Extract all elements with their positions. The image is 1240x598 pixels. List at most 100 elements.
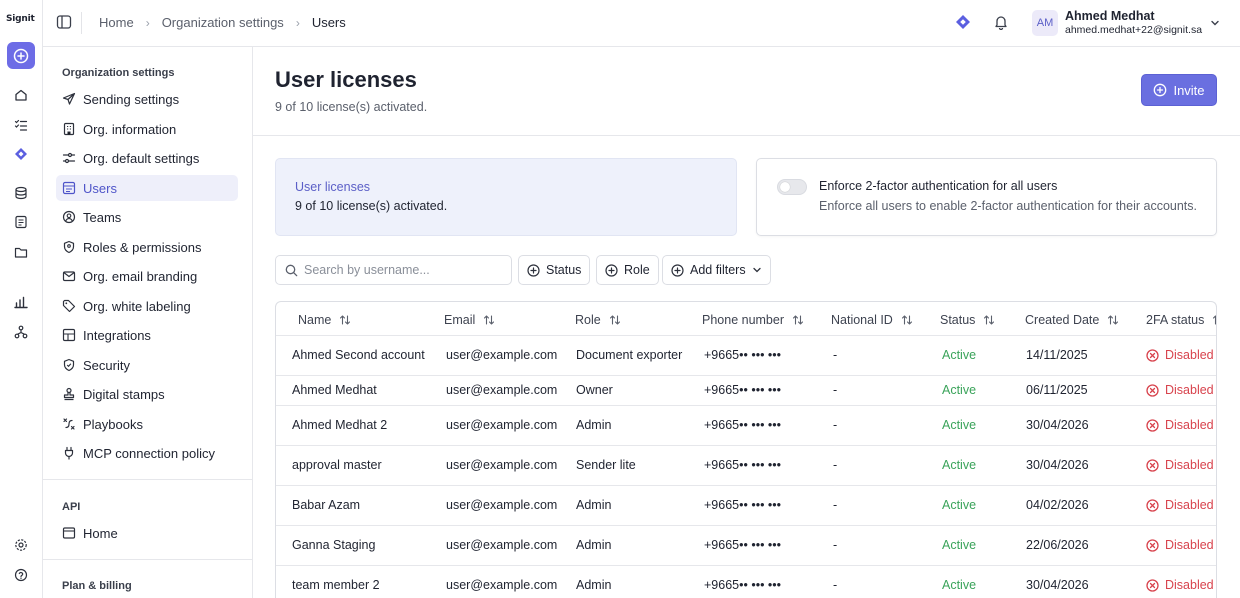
- table-row[interactable]: Ahmed Medhat 2 user@example.com Admin +9665…: [276, 406, 1216, 446]
- invite-button[interactable]: Invite: [1141, 74, 1217, 106]
- notifications-button[interactable]: [993, 14, 1009, 33]
- sidebar-item-label: Sending settings: [83, 91, 180, 107]
- playbook-icon: [62, 417, 76, 431]
- add-filters-button[interactable]: Add filters: [662, 255, 771, 285]
- column-header[interactable]: 2FA status: [1146, 313, 1216, 327]
- security-icon: [62, 358, 76, 372]
- sidebar-item-label: Integrations: [83, 327, 151, 343]
- cell-email: user@example.com: [446, 498, 558, 512]
- status-badge: Active: [942, 578, 977, 592]
- sort-icon[interactable]: [983, 314, 995, 326]
- building-icon: [62, 122, 76, 136]
- sidebar-item-playbooks[interactable]: Playbooks: [56, 411, 238, 437]
- x-circle-icon: [1146, 458, 1159, 472]
- document-list-icon: [15, 215, 27, 229]
- help-icon: [14, 568, 28, 582]
- topbar-diamond-button[interactable]: [955, 14, 971, 33]
- table-row[interactable]: team member 2 user@example.com Admin +9665•…: [276, 566, 1216, 598]
- sidebar-toggle-button[interactable]: [56, 14, 72, 30]
- sidebar-item-org-information[interactable]: Org. information: [56, 116, 238, 142]
- sort-icon[interactable]: [483, 314, 495, 326]
- column-header[interactable]: Status: [940, 313, 995, 327]
- cell-phone: +9665•• ••• •••: [704, 418, 782, 432]
- avatar[interactable]: AM: [1032, 10, 1058, 36]
- tfa-status-label: Disabled: [1165, 418, 1214, 432]
- rail-reports-button[interactable]: [11, 212, 31, 232]
- cell-email: user@example.com: [446, 458, 558, 472]
- search-input[interactable]: [304, 263, 504, 277]
- status-badge: Active: [942, 498, 977, 512]
- enforce-2fa-title: Enforce 2-factor authentication for all …: [819, 179, 1058, 193]
- sidebar-item-label: Home: [83, 525, 118, 541]
- rail-diamond-button[interactable]: [11, 144, 31, 164]
- mail-icon: [62, 269, 76, 283]
- user-menu-chevron-down-icon[interactable]: [1209, 17, 1221, 32]
- sort-icon[interactable]: [1107, 314, 1119, 326]
- rail-analytics-button[interactable]: [11, 292, 31, 312]
- cell-role: Admin: [576, 538, 612, 552]
- sort-icon[interactable]: [339, 314, 351, 326]
- rail-settings-button[interactable]: [11, 535, 31, 555]
- column-header[interactable]: National ID: [831, 313, 913, 327]
- status-badge: Active: [942, 538, 977, 552]
- rail-home-button[interactable]: [11, 85, 31, 105]
- cell-email: user@example.com: [446, 348, 558, 362]
- rail-folders-button[interactable]: [11, 242, 31, 262]
- sidebar-item-security[interactable]: Security: [56, 352, 238, 378]
- column-header[interactable]: Role: [575, 313, 621, 327]
- rail-database-button[interactable]: [11, 183, 31, 203]
- breadcrumb: Home › Organization settings › Users: [99, 15, 346, 30]
- sort-icon[interactable]: [901, 314, 913, 326]
- sort-icon[interactable]: [792, 314, 804, 326]
- sidebar-item-label: Users: [83, 180, 117, 196]
- sidebar-item-api-home[interactable]: Home: [56, 520, 238, 546]
- breadcrumb-home[interactable]: Home: [99, 15, 134, 30]
- column-header[interactable]: Name: [298, 313, 351, 327]
- sidebar-item-users[interactable]: Users: [56, 175, 238, 201]
- toggle-knob: [780, 182, 790, 192]
- sidebar-item-digital-stamps[interactable]: Digital stamps: [56, 381, 238, 407]
- table-row[interactable]: Ahmed Medhat user@example.com Owner +9665••…: [276, 376, 1216, 406]
- sidebar-item-org-default-settings[interactable]: Org. default settings: [56, 145, 238, 171]
- column-header[interactable]: Created Date: [1025, 313, 1119, 327]
- rail-workflow-button[interactable]: [11, 322, 31, 342]
- sidebar-item-mcp-connection-policy[interactable]: MCP connection policy: [56, 440, 238, 466]
- sidebar-item-org-email-branding[interactable]: Org. email branding: [56, 263, 238, 289]
- top-bar: Home › Organization settings › Users AM …: [43, 0, 1240, 47]
- sort-icon[interactable]: [1212, 314, 1216, 326]
- cell-created-date: 22/06/2026: [1026, 538, 1089, 552]
- sidebar-item-org-white-labeling[interactable]: Org. white labeling: [56, 293, 238, 319]
- sliders-icon: [62, 151, 76, 165]
- role-filter-button[interactable]: Role: [596, 255, 659, 285]
- breadcrumb-organization-settings[interactable]: Organization settings: [162, 15, 284, 30]
- diamond-icon: [15, 148, 27, 160]
- x-circle-icon: [1146, 348, 1159, 362]
- sidebar-item-label: Org. default settings: [83, 150, 200, 166]
- cell-phone: +9665•• ••• •••: [704, 348, 782, 362]
- sidebar-item-teams[interactable]: Teams: [56, 204, 238, 230]
- table-row[interactable]: Ahmed Second account user@example.com Docu…: [276, 336, 1216, 376]
- create-new-button[interactable]: [7, 42, 35, 69]
- column-header[interactable]: Email: [444, 313, 495, 327]
- cell-phone: +9665•• ••• •••: [704, 578, 782, 592]
- home-icon: [15, 89, 27, 101]
- column-header[interactable]: Phone number: [702, 313, 804, 327]
- stamp-icon: [62, 387, 76, 401]
- status-filter-label: Status: [546, 263, 582, 277]
- table-row[interactable]: Babar Azam user@example.com Admin +9665•• •…: [276, 486, 1216, 526]
- cell-name: Ahmed Medhat 2: [292, 418, 388, 432]
- enforce-2fa-toggle[interactable]: [777, 179, 807, 195]
- status-badge: Active: [942, 458, 977, 472]
- status-filter-button[interactable]: Status: [518, 255, 591, 285]
- table-row[interactable]: approval master user@example.com Sender li…: [276, 446, 1216, 486]
- sidebar-item-sending-settings[interactable]: Sending settings: [56, 86, 238, 112]
- sidebar-item-integrations[interactable]: Integrations: [56, 322, 238, 348]
- status-badge: Active: [942, 418, 977, 432]
- rail-tasks-button[interactable]: [11, 115, 31, 135]
- app-logo[interactable]: Signit: [6, 14, 35, 24]
- table-row[interactable]: Ganna Staging user@example.com Admin +9665•…: [276, 526, 1216, 566]
- rail-help-button[interactable]: [11, 565, 31, 585]
- user-name[interactable]: Ahmed Medhat: [1065, 9, 1155, 23]
- sort-icon[interactable]: [609, 314, 621, 326]
- sidebar-item-roles-permissions[interactable]: Roles & permissions: [56, 234, 238, 260]
